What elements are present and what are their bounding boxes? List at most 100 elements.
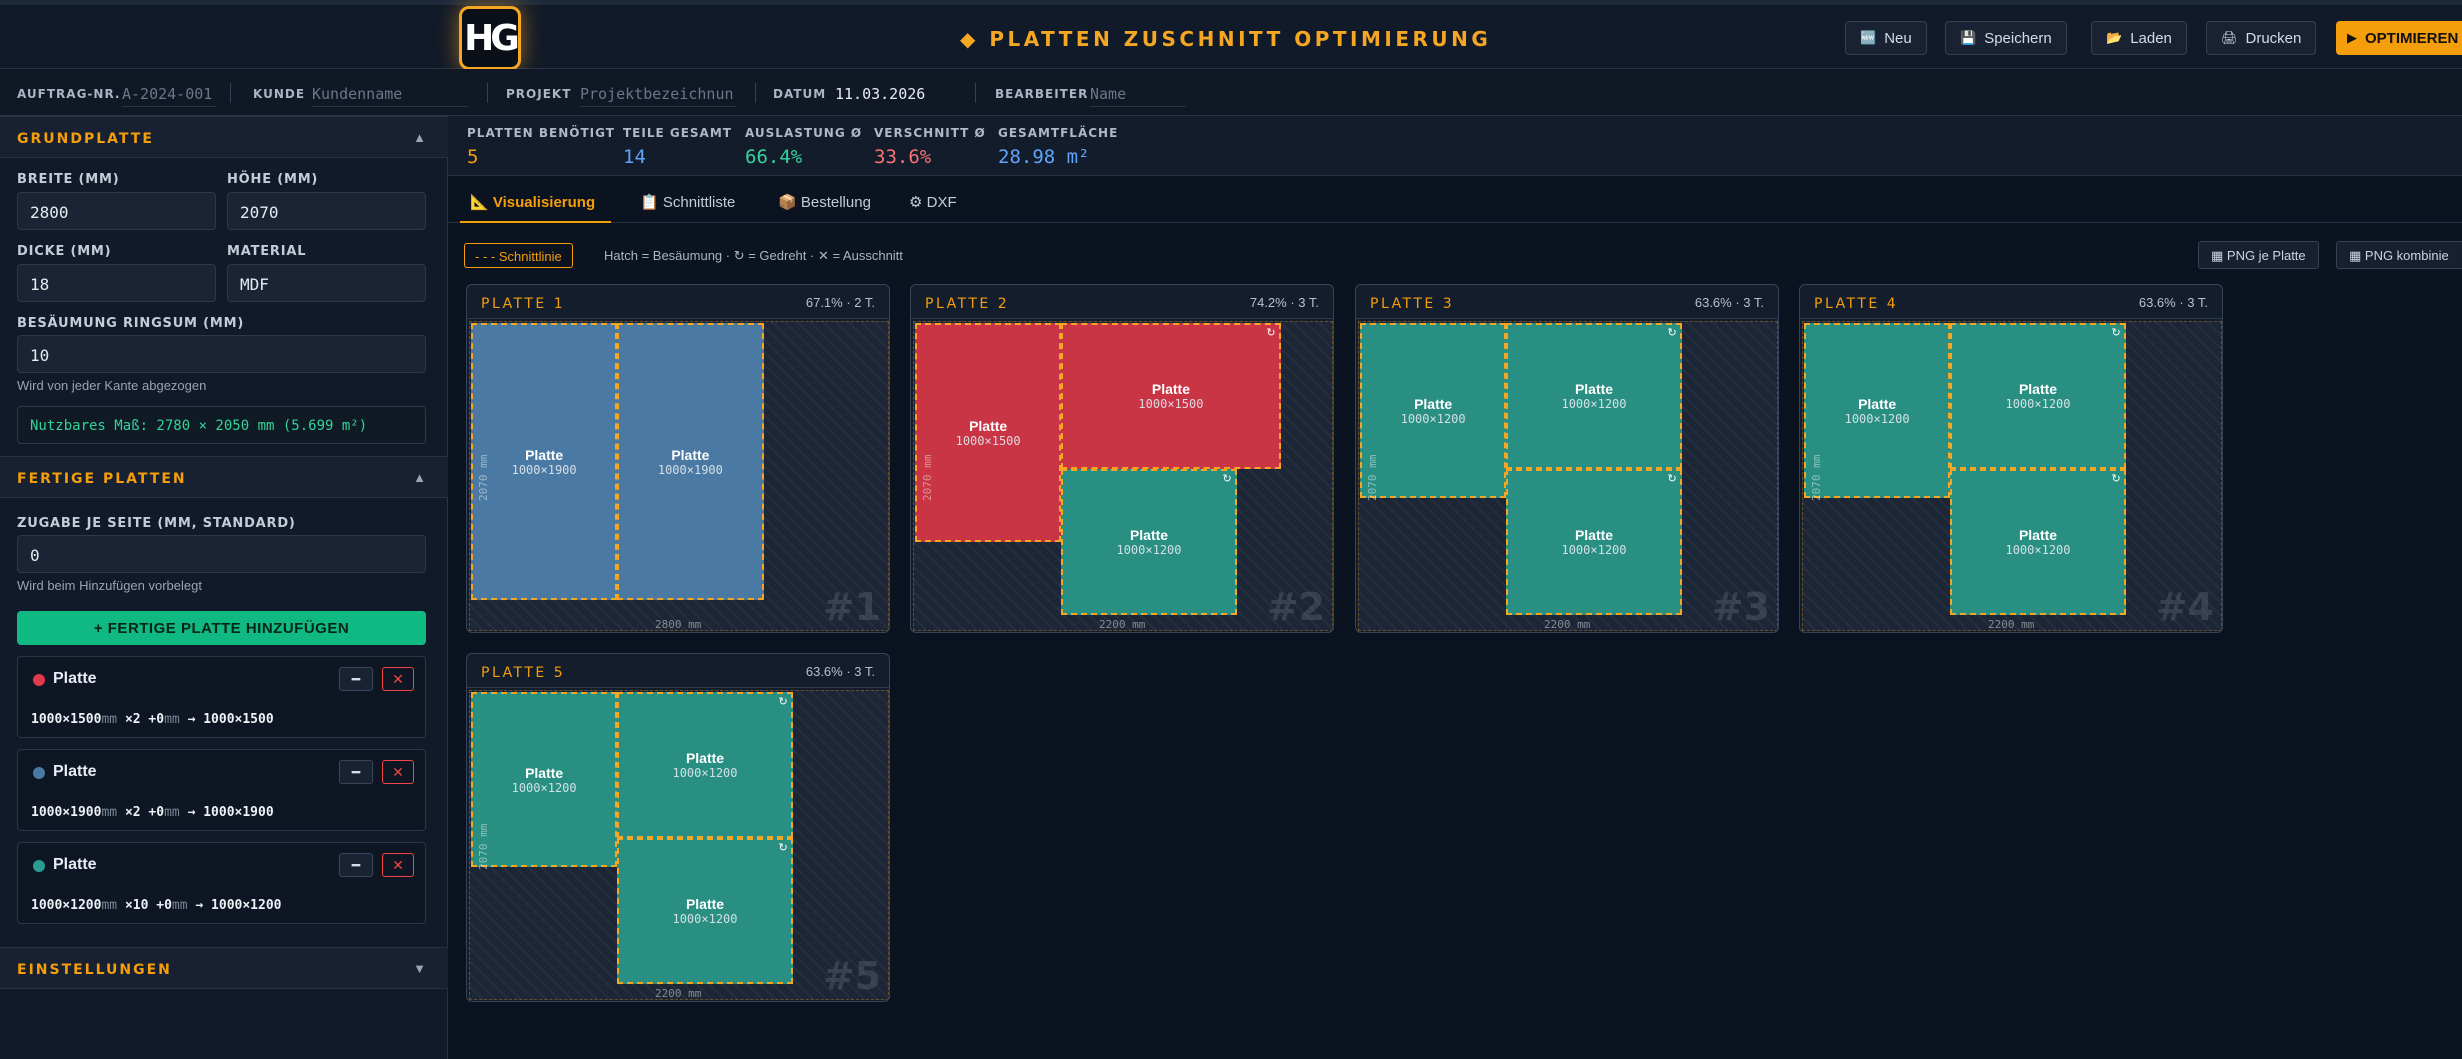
trim-label: BESÄUMUNG RINGSUM (MM) (17, 316, 245, 331)
piece-dims: 1000×1900 (511, 462, 577, 477)
stat-value: 14 (623, 146, 646, 168)
piece-dims: 1000×1200 (1400, 411, 1466, 426)
piece-dims: 1000×1200 (1116, 543, 1182, 557)
optimize-button[interactable]: ▶ OPTIMIEREN (2336, 21, 2462, 55)
piece-name: Platte (671, 446, 710, 463)
project-label: PROJEKT (506, 87, 572, 101)
play-icon: ▶ (2347, 30, 2357, 45)
sheet-card[interactable]: PLATTE 3 63.6% · 3 T. Platte 1000×1200 Platt… (1355, 284, 1779, 633)
piece-dims: 1000×1200 (2005, 543, 2071, 557)
project-input[interactable]: Projektbezeichnun (580, 79, 736, 107)
load-button[interactable]: 📂 Laden (2091, 21, 2187, 55)
section-header-base-board[interactable]: GRUNDPLATTE ▲ (0, 116, 448, 158)
sheet-info: 67.1% · 2 T. (805, 295, 875, 310)
editor-input[interactable]: Name (1090, 79, 1186, 107)
gear-icon: ⚙ (909, 194, 923, 211)
sheet-card[interactable]: PLATTE 4 63.6% · 3 T. Platte 1000×1200 Platt… (1799, 284, 2223, 633)
minus-button[interactable]: ━ (339, 853, 373, 877)
panel-color-dot (33, 767, 45, 779)
trim-input[interactable]: 10 (17, 335, 426, 373)
sheet-card[interactable]: PLATTE 1 67.1% · 2 T. Platte 1000×1900 Platt… (466, 284, 890, 633)
sheet-title: PLATTE 3 (1370, 296, 1455, 312)
sheet-header: PLATTE 4 63.6% · 3 T. (1800, 285, 2222, 319)
cut-piece[interactable]: Platte 1000×1200 ↻ (1506, 469, 1682, 615)
save-icon: 💾 (1960, 30, 1977, 45)
cut-piece[interactable]: Platte 1000×1200 (1360, 323, 1507, 499)
sheet-title: PLATTE 4 (1814, 296, 1899, 312)
cut-piece[interactable]: Platte 1000×1200 ↻ (1506, 323, 1682, 469)
cut-piece[interactable]: Platte 1000×1200 ↻ (1061, 469, 1237, 615)
customer-label: KUNDE (253, 87, 306, 101)
print-button[interactable]: 🖨 Drucken (2206, 21, 2317, 55)
panel-item: Platte ━ ✕ 1000×1500mm ×2 +0mm → 1000×15… (17, 656, 426, 738)
thickness-input[interactable]: 18 (17, 264, 216, 302)
clipboard-icon: 📋 (640, 194, 659, 211)
cut-line-legend: - - - Schnittlinie (464, 243, 573, 268)
tab-visualisierung[interactable]: 📐 Visualisierung (460, 176, 612, 223)
print-label: Drucken (2245, 29, 2302, 47)
cut-piece[interactable]: Platte 1000×1900 (471, 323, 618, 601)
material-input[interactable]: MDF (227, 264, 426, 302)
height-input[interactable]: 2070 (227, 192, 426, 230)
print-icon: 🖨 (2221, 30, 2238, 45)
cut-piece[interactable]: Platte 1000×1200 (471, 692, 618, 868)
minus-button[interactable]: ━ (339, 760, 373, 784)
ruler-icon: 📐 (470, 194, 489, 211)
cut-piece[interactable]: Platte 1000×1200 ↻ (617, 692, 793, 838)
allowance-input[interactable]: 0 (17, 535, 426, 573)
cut-piece[interactable]: Platte 1000×1200 ↻ (1950, 323, 2126, 469)
cut-piece[interactable]: Platte 1000×1900 (617, 323, 764, 601)
minus-button[interactable]: ━ (339, 667, 373, 691)
sheet-card[interactable]: PLATTE 5 63.6% · 3 T. Platte 1000×1200 Platt… (466, 653, 890, 1002)
section-header-finished-panels[interactable]: FERTIGE PLATTEN ▲ (0, 456, 448, 498)
height-dimension: 2070 mm (1366, 454, 1379, 501)
cut-piece[interactable]: Platte 1000×1500 ↻ (1061, 323, 1281, 469)
save-button[interactable]: 💾 Speichern (1945, 21, 2067, 55)
height-dimension: 2070 mm (477, 454, 490, 501)
sheet-number: #4 (2155, 585, 2214, 629)
png-per-sheet-button[interactable]: ▦ PNG je Platte (2198, 241, 2319, 269)
delete-button[interactable]: ✕ (382, 853, 414, 877)
date-input[interactable]: 11.03.2026 (835, 79, 950, 107)
tab-bestellung[interactable]: 📦 Bestellung (778, 176, 871, 223)
width-input[interactable]: 2800 (17, 192, 216, 230)
section-title: GRUNDPLATTE (17, 131, 154, 147)
sheet-info: 63.6% · 3 T. (2138, 295, 2208, 310)
rotated-icon: ↻ (2111, 473, 2121, 485)
close-icon: ✕ (392, 857, 404, 873)
panel-result: → 1000×1900 (187, 805, 274, 820)
trim-hint: Wird von jeder Kante abgezogen (17, 378, 207, 393)
section-header-settings[interactable]: EINSTELLUNGEN ▼ (0, 947, 448, 989)
delete-button[interactable]: ✕ (382, 760, 414, 784)
load-label: Laden (2130, 29, 2172, 47)
cut-piece[interactable]: Platte 1000×1200 ↻ (1950, 469, 2126, 615)
piece-name: Platte (969, 417, 1008, 434)
sheet-number: #1 (822, 585, 881, 629)
png-combined-button[interactable]: ▦ PNG kombinie (2336, 241, 2462, 269)
legend-bar: - - - Schnittlinie Hatch = Besäumung · ↻… (448, 223, 2462, 269)
tab-schnittliste[interactable]: 📋 Schnittliste (640, 176, 735, 223)
tab-dxf[interactable]: ⚙ DXF (909, 176, 957, 223)
cut-piece[interactable]: Platte 1000×1500 (915, 323, 1062, 543)
sheet-title: PLATTE 1 (481, 296, 566, 312)
panel-name: Platte (53, 856, 97, 873)
app-logo: HG (459, 6, 521, 70)
height-dimension: 2070 mm (1810, 454, 1823, 501)
stat-label: GESAMTFLÄCHE (998, 126, 1119, 140)
width-dimension: 2800 mm (655, 618, 702, 631)
piece-name: Platte (1129, 527, 1169, 543)
order-number-input[interactable]: A-2024-001 (122, 79, 216, 107)
customer-input[interactable]: Kundenname (312, 79, 468, 107)
stat-label: PLATTEN BENÖTIGT (467, 126, 615, 140)
sheet-title: PLATTE 2 (925, 296, 1010, 312)
cut-piece[interactable]: Platte 1000×1200 (1804, 323, 1951, 499)
add-panel-button[interactable]: + FERTIGE PLATTE HINZUFÜGEN (17, 611, 426, 645)
new-button[interactable]: 🆕 Neu (1845, 21, 1927, 55)
sheet-card[interactable]: PLATTE 2 74.2% · 3 T. Platte 1000×1500 Platt… (910, 284, 1334, 633)
cut-piece[interactable]: Platte 1000×1200 ↻ (617, 838, 793, 984)
section-title: FERTIGE PLATTEN (17, 471, 187, 487)
tab-label: Schnittliste (662, 194, 736, 211)
piece-name: Platte (1414, 395, 1453, 412)
panel-qty: ×2 (124, 712, 141, 727)
delete-button[interactable]: ✕ (382, 667, 414, 691)
